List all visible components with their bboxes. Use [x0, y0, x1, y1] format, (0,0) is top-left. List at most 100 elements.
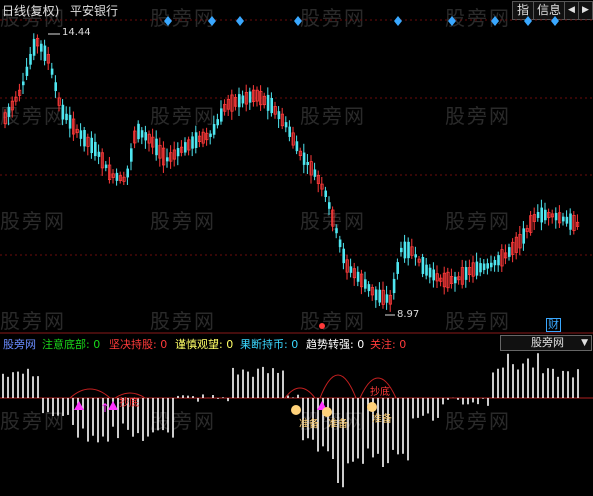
candle-body	[68, 114, 72, 129]
candle-body	[540, 207, 543, 223]
candle-body	[421, 256, 425, 274]
candle-body	[385, 294, 389, 303]
candle-body	[324, 190, 327, 198]
candle-body	[400, 247, 403, 253]
indicator-item-0: 注意底部: 0	[42, 338, 101, 351]
candle-body	[493, 259, 497, 266]
candle-body	[104, 164, 108, 169]
candle-body	[61, 104, 65, 120]
candle-body	[7, 106, 11, 117]
candle-body	[220, 108, 223, 122]
money-bag-icon	[291, 405, 301, 415]
candle-body	[313, 169, 317, 177]
indicator-label: 果断持币	[240, 338, 284, 351]
candle-body	[392, 278, 396, 294]
candle-body	[284, 122, 288, 128]
candle-body	[367, 284, 371, 292]
signal-diamond	[448, 16, 456, 26]
signal-label-prepare: 准备	[328, 419, 348, 430]
candle-body	[374, 289, 378, 301]
indicator-label: 注意底部	[42, 338, 86, 351]
candle-body	[302, 152, 306, 165]
candle-body	[54, 82, 57, 92]
candle-body	[90, 137, 93, 154]
low-price-label: 8.97	[397, 309, 420, 320]
signal-diamond	[524, 16, 532, 26]
price-and-indicator-canvas[interactable]	[0, 0, 593, 496]
candle-body	[562, 216, 565, 222]
candle-body	[94, 141, 97, 157]
candle-body	[482, 263, 486, 271]
candle-body	[43, 45, 47, 61]
candle-body	[194, 132, 198, 148]
candle-body	[83, 130, 86, 147]
candle-body	[184, 142, 187, 153]
candle-body	[342, 248, 345, 264]
candle-body	[428, 267, 432, 278]
candle-body	[248, 91, 252, 103]
indicator-value: 0	[160, 338, 168, 351]
candle-body	[266, 94, 270, 111]
candle-body	[295, 141, 299, 152]
indicator-dropdown[interactable]: 股旁网 ▼	[500, 335, 592, 351]
candle-body	[349, 266, 353, 273]
finance-badge[interactable]: 财	[546, 318, 561, 332]
candle-body	[126, 168, 129, 178]
candle-body	[454, 276, 457, 284]
indicator-label: 谨慎观望	[175, 338, 219, 351]
candle-body	[241, 95, 245, 104]
candle-body	[137, 123, 140, 140]
candle-body	[338, 239, 342, 248]
candle-body	[40, 43, 43, 52]
candle-body	[191, 136, 194, 149]
candle-body	[22, 81, 25, 86]
candle-body	[490, 262, 493, 268]
indicator-value: 0	[357, 338, 365, 351]
indicator-item-2: 谨慎观望: 0	[175, 338, 234, 351]
candle-body	[328, 202, 331, 209]
candle-body	[140, 130, 144, 138]
signal-diamond	[551, 16, 559, 26]
candle-body	[508, 247, 511, 257]
candle-body	[569, 213, 572, 230]
indicator-curve	[284, 387, 316, 399]
candle-body	[270, 97, 273, 114]
indicator-curve	[319, 374, 357, 399]
signal-label-bottom: 抄底	[119, 398, 139, 409]
candle-body	[464, 267, 468, 280]
chart-window: 股旁网 股旁网 股旁网 股旁网 股旁网 股旁网 股旁网 股旁网 股旁网 股旁网 股旁网 股旁网 股旁网股…	[0, 0, 593, 496]
signal-diamond	[236, 16, 244, 26]
candle-body	[554, 212, 558, 221]
signal-label-prepare: 准备	[372, 414, 392, 425]
candle-body	[522, 228, 525, 244]
candle-body	[403, 241, 407, 259]
signal-label-prepare: 准备	[299, 419, 319, 430]
candle-body	[130, 148, 133, 162]
candle-body	[536, 212, 540, 218]
indicator-label: 坚决持股	[109, 338, 153, 351]
indicator-item-3: 果断持币: 0	[240, 338, 299, 351]
candle-body	[65, 113, 68, 121]
indicator-bar: 股旁网 注意底部: 0 坚决持股: 0 谨慎观望: 0 果断持币: 0 趋势转强…	[0, 335, 593, 351]
indicator-item-5: 关注: 0	[370, 338, 407, 351]
candle-body	[166, 157, 169, 162]
indicator-value: 0	[93, 338, 101, 351]
candle-body	[475, 261, 479, 276]
indicator-dropdown-label: 股旁网	[531, 336, 564, 349]
candle-body	[425, 264, 428, 276]
candle-body	[212, 124, 216, 135]
candle-body	[486, 263, 489, 269]
candle-body	[497, 255, 500, 266]
candle-body	[432, 269, 435, 281]
candle-body	[29, 53, 32, 65]
signal-label-bottom: 抄底	[370, 387, 390, 398]
chevron-down-icon: ▼	[581, 338, 588, 348]
candle-body	[216, 119, 219, 126]
indicator-value: 0	[291, 338, 299, 351]
candle-body	[396, 262, 399, 274]
candle-body	[97, 151, 101, 157]
candle-body	[407, 241, 410, 259]
candle-body	[238, 94, 241, 108]
candle-body	[277, 111, 281, 120]
indicator-curve	[69, 388, 111, 399]
